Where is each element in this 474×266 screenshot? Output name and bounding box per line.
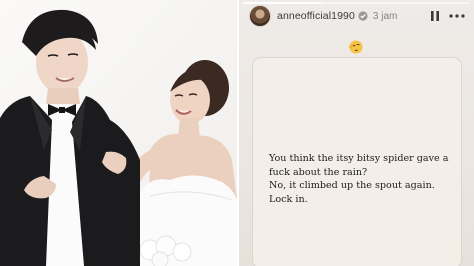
post-time: 3 jam: [372, 10, 398, 22]
couple-illustration: [0, 0, 237, 266]
story-progress-fill: [243, 2, 323, 4]
story-panel: anneofficial1990 3 jam You think the its…: [239, 0, 474, 266]
wedding-photo: [0, 0, 237, 266]
pause-icon: [431, 11, 439, 21]
more-dots-icon: [449, 14, 465, 18]
story-progress-bar: [243, 2, 470, 4]
username[interactable]: anneofficial1990: [277, 10, 355, 22]
avatar[interactable]: [249, 5, 271, 27]
story-text-line: No, it climbed up the spout again.: [269, 180, 435, 192]
story-text-line: You think the itsy bitsy spider gave a: [269, 153, 449, 164]
face-emoji-icon: [348, 40, 363, 54]
story-text-line: Lock in.: [269, 193, 308, 205]
story-text-line: fuck about the rain?: [269, 166, 368, 178]
story-header: anneofficial1990 3 jam: [249, 5, 466, 27]
story-text: You think the itsy bitsy spider gave a f…: [269, 152, 465, 206]
pause-button[interactable]: [426, 7, 444, 25]
verified-badge-icon: [358, 11, 368, 21]
more-options-button[interactable]: [448, 7, 466, 25]
